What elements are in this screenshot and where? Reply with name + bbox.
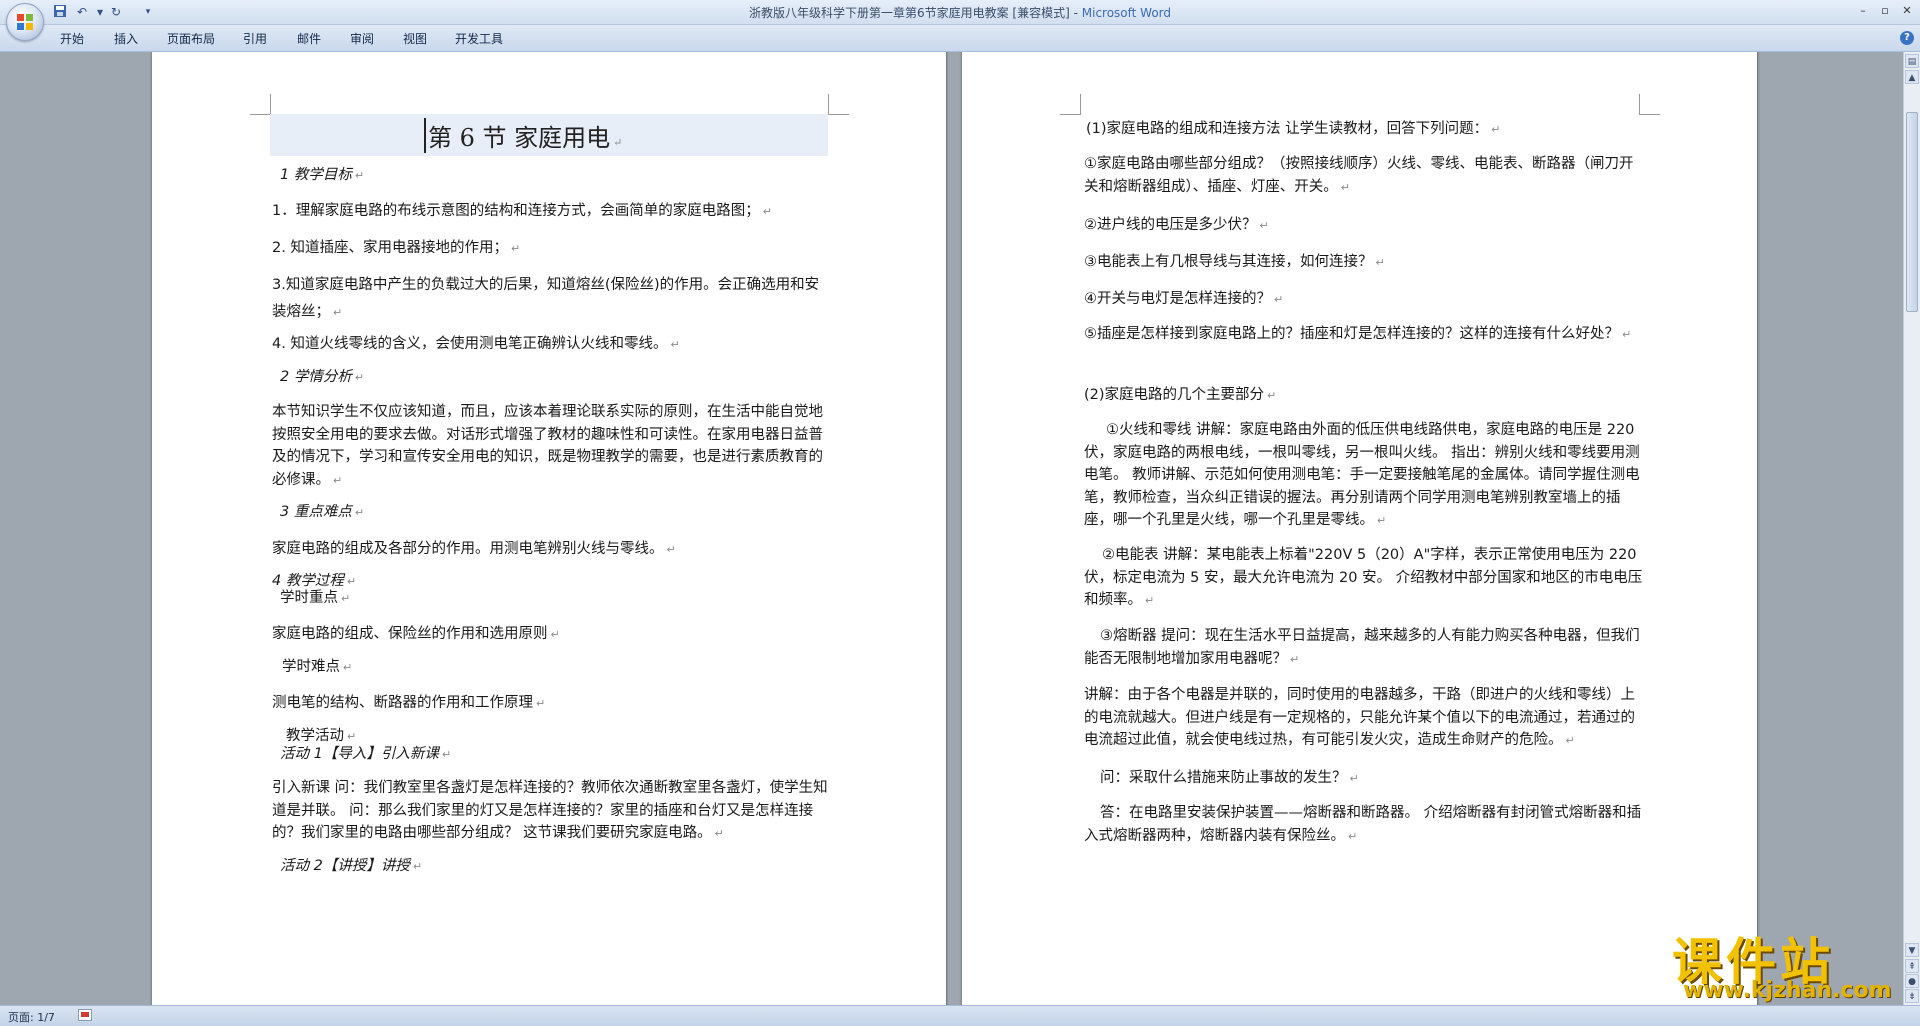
paragraph[interactable]: ①火线和零线 讲解：家庭电路由外面的低压供电线路供电，家庭电路的电压是 220 … [1084,419,1644,533]
status-bar: 页面: 1/7 [0,1005,1920,1026]
para-text: (2)家庭电路的几个主要部分 [1084,387,1265,403]
para-text: 活动 2【讲授】讲授 [280,858,410,874]
tab-references[interactable]: 引用 [243,30,267,47]
paragraph[interactable]: 家庭电路的组成及各部分的作用。用测电笔辨别火线与零线。 ↵ [272,536,832,563]
para-text: 2 学情分析 [280,369,352,385]
para-text: 测电笔的结构、断路器的作用和工作原理 [272,695,533,711]
document-workspace: 第 6 节 家庭用电 ↵ 1 教学目标 ↵ 1．理解家庭电路的布线示意图的结构和连接… [0,52,1904,1005]
tab-insert[interactable]: 插入 [114,30,138,47]
title-bar: ↶ ▾ ↻ ▾ 浙教版八年级科学下册第一章第6节家庭用电教案 [兼容模式] - … [0,0,1920,41]
para-text: 本节知识学生不仅应该知道，而且，应该本着理论联系实际的原则，在生活中能自觉地按照… [272,404,823,488]
office-logo-icon [17,14,33,30]
paragraph[interactable]: 学时重点 ↵ [280,585,350,612]
para-text: ③熔断器 提问：现在生活水平日益提高，越来越多的人有能力购买各种电器，但我们能否… [1084,628,1640,667]
help-icon[interactable]: ? [1900,31,1914,45]
tab-developer[interactable]: 开发工具 [455,30,503,47]
scroll-thumb[interactable] [1906,112,1918,312]
vertical-scrollbar[interactable]: ▤ ▲ ▼ ⇞ ● ⇟ [1903,52,1920,1005]
paragraph[interactable]: ②进户线的电压是多少伏？ ↵ [1084,212,1644,239]
para-text: 1．理解家庭电路的布线示意图的结构和连接方式，会画简单的家庭电路图； [272,203,760,219]
paragraph[interactable]: 3.知道家庭电路中产生的负载过大的后果，知道熔丝(保险丝)的作用。会正确选用和安… [272,272,832,326]
para-text: 学时重点 [280,590,338,606]
paragraph[interactable]: 2. 知道插座、家用电器接地的作用； ↵ [272,235,832,262]
para-text: ⑤插座是怎样接到家庭电路上的？插座和灯是怎样连接的？这样的连接有什么好处？ [1084,326,1619,342]
office-button[interactable] [6,3,44,41]
paragraph[interactable]: (1)家庭电路的组成和连接方法 让学生读教材，回答下列问题： ↵ [1086,116,1646,143]
para-text: 讲解：由于各个电器是并联的，同时使用的电器越多，干路（即进户的火线和零线）上的电… [1084,687,1635,748]
tab-home[interactable]: 开始 [60,30,84,47]
heading-objectives[interactable]: 1 教学目标 ↵ [280,162,364,189]
paragraph[interactable]: 4. 知道火线零线的含义，会使用测电笔正确辨认火线和零线。 ↵ [272,331,832,358]
paragraph[interactable]: 本节知识学生不仅应该知道，而且，应该本着理论联系实际的原则，在生活中能自觉地按照… [272,401,832,492]
para-text: 引入新课 问：我们教室里各盏灯是怎样连接的？教师依次通断教室里各盏灯，使学生知道… [272,780,828,841]
paragraph[interactable]: 家庭电路的组成、保险丝的作用和选用原则 ↵ [272,621,832,648]
next-page-icon[interactable]: ⇟ [1905,989,1919,1003]
para-text: 家庭电路的组成、保险丝的作用和选用原则 [272,626,548,642]
watermark-url: www.kjzhan.com [1683,978,1892,1003]
ruler-toggle-icon[interactable]: ▤ [1905,54,1919,68]
heading-key-points[interactable]: 3 重点难点 ↵ [280,499,364,526]
paragraph[interactable]: (2)家庭电路的几个主要部分 ↵ [1084,382,1644,409]
crop-mark [1060,94,1081,115]
para-text: ①家庭电路由哪些部分组成？（按照接线顺序）火线、零线、电能表、断路器（闸刀开关和… [1084,156,1634,195]
document-title: 浙教版八年级科学下册第一章第6节家庭用电教案 [兼容模式] - [748,6,1082,20]
paragraph[interactable]: ④开关与电灯是怎样连接的？ ↵ [1084,286,1644,313]
para-text: 问：采取什么措施来防止事故的发生？ [1100,770,1347,786]
crop-mark [828,94,849,115]
para-text: 活动 1【导入】引入新课 [280,746,439,762]
paragraph[interactable]: ⑤插座是怎样接到家庭电路上的？插座和灯是怎样连接的？这样的连接有什么好处？ ↵ [1084,323,1644,347]
para-text: ②电能表 讲解：某电能表上标着"220V 5（20）A"字样，表示正常使用电压为… [1084,547,1643,608]
para-text: ②进户线的电压是多少伏？ [1084,217,1257,233]
page-title[interactable]: 第 6 节 家庭用电 ↵ [424,118,622,153]
para-text: 家庭电路的组成及各部分的作用。用测电笔辨别火线与零线。 [272,541,664,557]
paragraph[interactable]: 问：采取什么措施来防止事故的发生？ ↵ [1100,765,1640,792]
scroll-down-icon[interactable]: ▼ [1905,943,1919,957]
para-text: 3 重点难点 [280,504,352,520]
tab-review[interactable]: 审阅 [350,30,374,47]
activity-heading[interactable]: 活动 1【导入】引入新课 ↵ [280,741,451,768]
crop-mark [250,94,271,115]
page-title-text: 第 6 节 家庭用电 [428,124,611,152]
tab-view[interactable]: 视图 [403,30,427,47]
para-text: (1)家庭电路的组成和连接方法 让学生读教材，回答下列问题： [1086,121,1489,137]
para-text: ④开关与电灯是怎样连接的？ [1084,291,1271,307]
heading-student-analysis[interactable]: 2 学情分析 ↵ [280,364,364,391]
paragraph[interactable]: 学时难点 ↵ [282,654,352,681]
document-page-1[interactable]: 第 6 节 家庭用电 ↵ 1 教学目标 ↵ 1．理解家庭电路的布线示意图的结构和连接… [152,52,946,1005]
paragraph[interactable]: ③电能表上有几根导线与其连接，如何连接？ ↵ [1084,249,1644,276]
scroll-up-icon[interactable]: ▲ [1905,70,1919,84]
document-page-2[interactable]: (1)家庭电路的组成和连接方法 让学生读教材，回答下列问题： ↵ ①家庭电路由哪些… [962,52,1757,1005]
app-name: Microsoft Word [1081,6,1172,20]
paragraph[interactable]: 讲解：由于各个电器是并联的，同时使用的电器越多，干路（即进户的火线和零线）上的电… [1084,684,1644,753]
ribbon-tabs: 开始 插入 页面布局 引用 邮件 审阅 视图 开发工具 ? [0,25,1920,52]
para-text: ①火线和零线 讲解：家庭电路由外面的低压供电线路供电，家庭电路的电压是 220 … [1084,422,1640,528]
crop-mark [1639,94,1660,115]
previous-page-icon[interactable]: ⇞ [1905,959,1919,973]
maximize-icon[interactable]: ▫ [1876,3,1894,19]
minimize-icon[interactable]: – [1854,3,1872,19]
paragraph[interactable]: 引入新课 问：我们教室里各盏灯是怎样连接的？教师依次通断教室里各盏灯，使学生知道… [272,777,832,846]
para-text: 学时难点 [282,659,340,675]
paragraph[interactable]: 测电笔的结构、断路器的作用和工作原理 ↵ [272,690,832,717]
para-text: 4. 知道火线零线的含义，会使用测电笔正确辨认火线和零线。 [272,336,668,352]
paragraph[interactable]: 答：在电路里安装保护装置——熔断器和断路器。 介绍熔断器有封闭管式熔断器和插入式… [1084,802,1644,848]
para-text: 1 教学目标 [280,167,352,183]
para-text: 2. 知道插座、家用电器接地的作用； [272,240,508,256]
window-title: 浙教版八年级科学下册第一章第6节家庭用电教案 [兼容模式] - Microsof… [0,4,1920,21]
proofing-icon[interactable] [78,1009,92,1021]
tab-page-layout[interactable]: 页面布局 [167,30,215,47]
close-icon[interactable]: ✕ [1898,3,1916,19]
paragraph[interactable]: 1．理解家庭电路的布线示意图的结构和连接方式，会画简单的家庭电路图； ↵ [272,198,832,225]
para-text: 答：在电路里安装保护装置——熔断器和断路器。 介绍熔断器有封闭管式熔断器和插入式… [1084,805,1642,844]
paragraph[interactable]: ①家庭电路由哪些部分组成？（按照接线顺序）火线、零线、电能表、断路器（闸刀开关和… [1084,153,1644,199]
paragraph[interactable]: ③熔断器 提问：现在生活水平日益提高，越来越多的人有能力购买各种电器，但我们能否… [1084,625,1644,671]
paragraph[interactable]: ②电能表 讲解：某电能表上标着"220V 5（20）A"字样，表示正常使用电压为… [1084,544,1644,613]
para-text: 3.知道家庭电路中产生的负载过大的后果，知道熔丝(保险丝)的作用。会正确选用和安… [272,277,820,320]
page-count[interactable]: 页面: 1/7 [8,1009,55,1025]
select-browse-object-icon[interactable]: ● [1905,974,1919,988]
tab-mailings[interactable]: 邮件 [297,30,321,47]
activity-heading[interactable]: 活动 2【讲授】讲授 ↵ [280,853,422,880]
para-text: ③电能表上有几根导线与其连接，如何连接？ [1084,254,1373,270]
